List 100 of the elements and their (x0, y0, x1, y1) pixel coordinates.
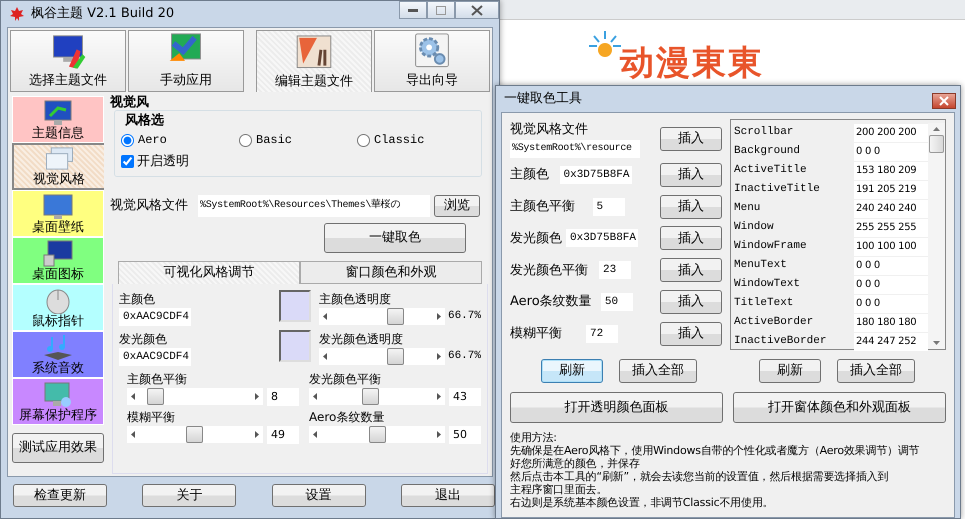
value-field[interactable]: 50 (449, 426, 481, 444)
color-name: ActiveBorder (734, 315, 814, 330)
sidebar-item[interactable]: 系统音效 (12, 331, 104, 378)
right-arrow-icon (437, 312, 441, 320)
sidebar-item[interactable]: 桌面图标 (12, 237, 104, 284)
rgb-value-field[interactable]: 0 0 0 (854, 256, 928, 274)
scrollbar[interactable] (928, 123, 945, 349)
toolbar-button[interactable]: 手动应用 (128, 30, 244, 92)
open-panel-button[interactable]: 打开窗体颜色和外观面板 (733, 392, 946, 423)
value-field[interactable]: %SystemRoot%\resource (510, 140, 640, 158)
radio-button[interactable] (357, 134, 370, 146)
field-label: Aero条纹数量 (510, 293, 592, 312)
scrollbar-thumb[interactable] (929, 135, 944, 153)
close-button[interactable] (455, 1, 499, 19)
pick-color-button[interactable]: 一键取色 (324, 222, 466, 252)
slider-thumb[interactable] (368, 426, 386, 443)
insert-button[interactable]: 插入 (660, 194, 722, 219)
toolbar-button[interactable]: 编辑主题文件 (256, 30, 372, 92)
value-field[interactable]: 50 (600, 293, 633, 312)
field-label: 发光颜色平衡 (510, 262, 588, 280)
color-swatch[interactable] (279, 290, 311, 322)
tab[interactable]: 可视化风格调节 (118, 260, 300, 284)
left-arrow-icon (323, 312, 327, 320)
field-label: 主颜色 (510, 166, 549, 184)
rgb-value-field[interactable]: 200 200 200 (854, 124, 928, 142)
opacity-reading: 66.7% (448, 348, 481, 364)
radio-label: Aero (138, 132, 167, 149)
minimize-button[interactable] (399, 1, 427, 19)
radio-label: Basic (256, 132, 292, 149)
value-field[interactable]: 5 (592, 198, 624, 216)
right-arrow-icon (437, 431, 441, 438)
open-panel-button[interactable]: 打开透明颜色面板 (510, 392, 723, 423)
right-arrow-icon (255, 393, 259, 400)
browse-button[interactable]: 浏览 (434, 194, 480, 216)
insert-button[interactable]: 插入 (660, 162, 722, 187)
action-button[interactable]: 插入全部 (619, 359, 697, 383)
value-field[interactable]: 49 (267, 426, 299, 444)
tab[interactable]: 窗口颜色和外观 (300, 260, 482, 284)
rgb-value-field[interactable]: 0 0 0 (854, 276, 928, 294)
radio-button[interactable] (239, 134, 252, 146)
checkbox[interactable] (121, 155, 134, 168)
toolbar-button[interactable]: 导出向导 (374, 30, 490, 92)
color-swatch[interactable] (279, 330, 311, 362)
insert-button[interactable]: 插入 (660, 258, 722, 282)
slider-thumb[interactable] (387, 308, 404, 324)
value-field[interactable]: 0x3D75B8FA (560, 166, 632, 184)
rgb-value-field[interactable]: 244 247 252 (854, 332, 928, 350)
sidebar-item[interactable]: 鼠标指针 (12, 284, 104, 331)
value-field[interactable]: 8 (267, 388, 299, 406)
footer-button[interactable]: 检查更新 (13, 484, 107, 507)
action-button[interactable]: 插入全部 (837, 359, 915, 383)
color-name: WindowFrame (734, 239, 807, 254)
insert-button[interactable]: 插入 (660, 322, 722, 346)
value-field[interactable]: 72 (586, 325, 618, 344)
left-arrow-icon (313, 393, 317, 400)
right-arrow-icon (437, 393, 441, 400)
color-label: 发光颜色 (119, 330, 168, 348)
rgb-value-field[interactable]: 240 240 240 (854, 200, 928, 218)
opacity-reading: 66.7% (448, 308, 481, 324)
rgb-value-field[interactable]: 100 100 100 (854, 238, 928, 256)
slider-thumb[interactable] (362, 388, 379, 405)
action-button[interactable]: 刷新 (759, 359, 821, 383)
rgb-value-field[interactable]: 153 180 209 (854, 162, 928, 180)
rgb-value-field[interactable]: 191 205 219 (854, 180, 928, 198)
close-icon (471, 4, 483, 16)
slider-thumb[interactable] (146, 388, 164, 405)
insert-button[interactable]: 插入 (660, 290, 722, 314)
close-button[interactable] (932, 93, 956, 109)
toolbar-button[interactable]: 选择主题文件 (10, 30, 126, 92)
color-name: ActiveTitle (734, 163, 807, 178)
insert-button[interactable]: 插入 (660, 126, 722, 151)
rgb-value-field[interactable]: 0 0 0 (854, 294, 928, 312)
action-button[interactable]: 刷新 (541, 359, 603, 383)
sidebar-item[interactable]: 视觉风格 (12, 143, 104, 190)
field-label: 主颜色平衡 (510, 198, 575, 216)
color-value-field[interactable]: 0xAAC9CDF4 (119, 348, 191, 366)
close-icon (939, 96, 949, 106)
left-arrow-icon (323, 352, 327, 360)
radio-button[interactable] (121, 134, 134, 146)
footer-button[interactable]: 关于 (142, 484, 236, 507)
color-value-field[interactable]: 0xAAC9CDF4 (119, 308, 191, 326)
value-field[interactable]: 23 (599, 261, 631, 280)
opacity-label: 发光颜色透明度 (319, 330, 404, 348)
sidebar-item[interactable]: 屏幕保护程序 (12, 378, 104, 425)
sidebar-item[interactable]: 主题信息 (12, 96, 104, 143)
test-button[interactable]: 测试应用效果 (12, 433, 104, 463)
value-field[interactable]: 0x3D75B8FA (566, 229, 638, 248)
rgb-value-field[interactable]: 255 255 255 (854, 218, 928, 236)
slider-label: 模糊平衡 (127, 408, 176, 426)
slider-thumb[interactable] (186, 426, 203, 443)
file-path-field[interactable]: %SystemRoot%\Resources\Themes\華桜の (198, 194, 430, 216)
rgb-value-field[interactable]: 0 0 0 (854, 142, 928, 160)
footer-button[interactable]: 退出 (400, 484, 495, 507)
slider-thumb[interactable] (387, 348, 404, 364)
insert-button[interactable]: 插入 (660, 226, 722, 250)
window-title: 枫谷主题 V2.1 Build 20 (31, 5, 174, 24)
rgb-value-field[interactable]: 180 180 180 (854, 314, 928, 332)
value-field[interactable]: 43 (449, 388, 481, 406)
sidebar-item[interactable]: 桌面壁纸 (12, 190, 104, 237)
footer-button[interactable]: 设置 (272, 484, 366, 507)
